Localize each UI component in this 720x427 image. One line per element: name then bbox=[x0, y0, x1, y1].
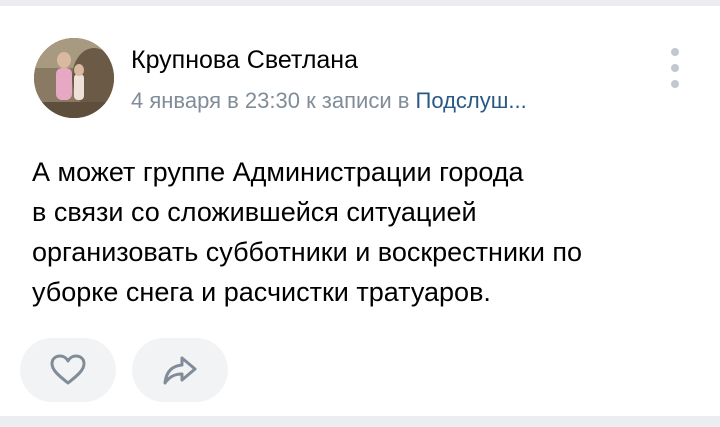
avatar-photo bbox=[34, 38, 114, 118]
post-text-line: организовать субботники и воскрестники п… bbox=[32, 237, 583, 267]
post-text-line: А может группе Администрации города bbox=[32, 157, 524, 187]
post-meta: 4 января в 23:30 к записи в Подслуш... bbox=[131, 88, 527, 114]
post-text-line: уборке снега и расчистки тратуаров. bbox=[32, 277, 491, 307]
heart-icon bbox=[50, 354, 86, 385]
share-button[interactable] bbox=[132, 338, 228, 402]
post-card: Крупнова Светлана 4 января в 23:30 к зап… bbox=[0, 6, 720, 416]
author-name[interactable]: Крупнова Светлана bbox=[131, 46, 358, 75]
more-options-button[interactable] bbox=[662, 46, 688, 90]
post-text-line: в связи со сложившейся ситуацией bbox=[32, 197, 477, 227]
post-text: А может группе Администрации города в св… bbox=[32, 152, 692, 312]
avatar[interactable] bbox=[34, 38, 114, 118]
post-date: 4 января в 23:30 к записи в bbox=[131, 88, 416, 113]
share-arrow-icon bbox=[163, 356, 197, 385]
like-button[interactable] bbox=[20, 338, 116, 402]
more-dot bbox=[671, 64, 679, 72]
more-vertical-icon bbox=[671, 48, 679, 56]
source-link[interactable]: Подслуш... bbox=[416, 88, 527, 113]
more-dot bbox=[671, 80, 679, 88]
